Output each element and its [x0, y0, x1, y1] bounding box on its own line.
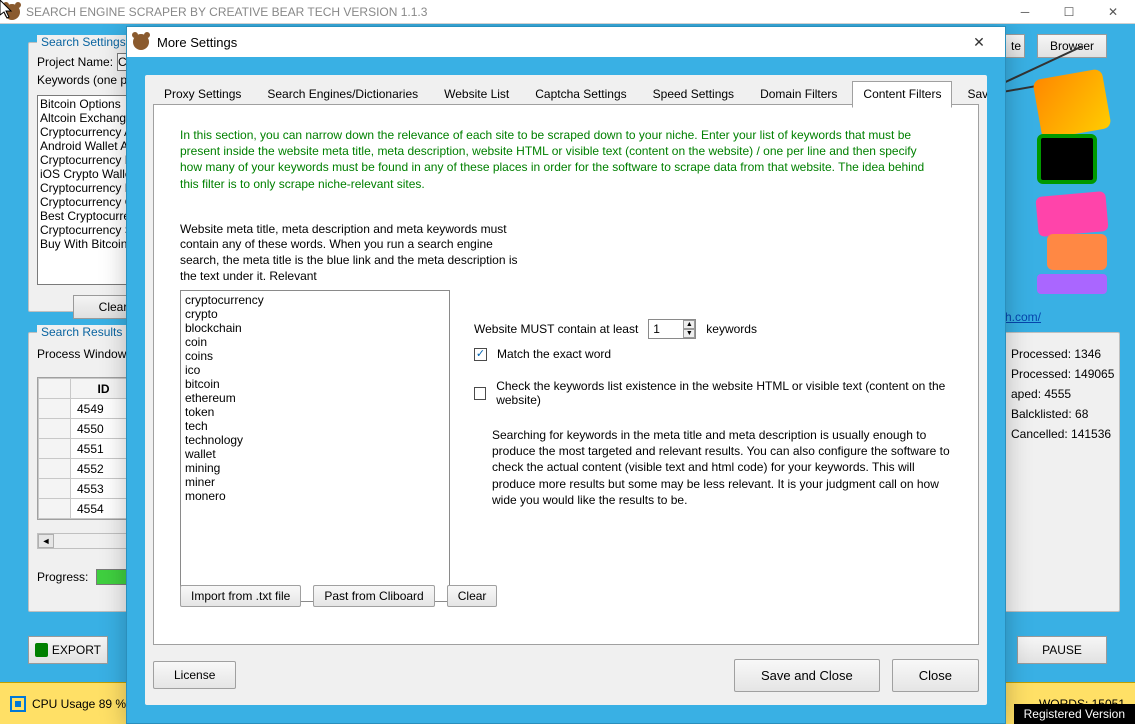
must-contain-label-pre: Website MUST contain at least	[474, 322, 638, 336]
tab-content-filters[interactable]: Content Filters	[852, 81, 952, 108]
table-row[interactable]: 4551	[39, 439, 137, 459]
dialog-close-confirm-button[interactable]: Close	[892, 659, 979, 692]
excel-icon	[35, 643, 48, 657]
save-and-close-button[interactable]: Save and Close	[734, 659, 880, 692]
project-name-label: Project Name:	[37, 55, 113, 69]
maximize-button[interactable]: ☐	[1047, 0, 1091, 24]
keywords-label: Keywords (one pe	[37, 73, 134, 87]
decor-art	[997, 74, 1107, 294]
more-settings-dialog: More Settings ✕ Proxy Settings Search En…	[126, 26, 1006, 724]
search-strategy-hint: Searching for keywords in the meta title…	[492, 427, 958, 508]
check-html-checkbox[interactable]	[474, 387, 486, 400]
stepper-down-icon[interactable]: ▼	[683, 329, 695, 338]
license-button[interactable]: License	[153, 661, 236, 689]
table-row[interactable]: 4549	[39, 399, 137, 419]
check-html-label: Check the keywords list existence in the…	[496, 379, 958, 407]
row-selector[interactable]	[39, 439, 71, 459]
bear-icon	[133, 34, 149, 50]
import-txt-button[interactable]: Import from .txt file	[180, 585, 301, 607]
export-button[interactable]: EXPORT	[28, 636, 108, 664]
row-selector[interactable]	[39, 419, 71, 439]
main-body: te Browser Search Settings Project Name:…	[0, 24, 1135, 724]
stats-group: Processed: 1346 Processed: 149065 aped: …	[1000, 332, 1120, 612]
match-exact-checkbox[interactable]	[474, 348, 487, 361]
table-row-selector-header	[39, 379, 71, 399]
row-selector[interactable]	[39, 479, 71, 499]
dialog-close-button[interactable]: ✕	[959, 34, 999, 51]
dialog-title: More Settings	[157, 35, 237, 50]
stat-processed-1: Processed: 1346	[1011, 347, 1109, 361]
cpu-usage-label: CPU Usage 89 %	[32, 697, 126, 711]
table-row[interactable]: 4552	[39, 459, 137, 479]
paste-clipboard-button[interactable]: Past from Cliboard	[313, 585, 434, 607]
browser-button[interactable]: Browser	[1037, 34, 1107, 58]
scroll-left-icon[interactable]: ◄	[38, 534, 54, 548]
bear-icon	[4, 4, 20, 20]
search-results-title: Search Results	[37, 325, 126, 339]
table-row[interactable]: 4554	[39, 499, 137, 519]
keywords-filter-textarea[interactable]	[180, 290, 450, 602]
stat-blacklisted: Balcklisted: 68	[1011, 407, 1109, 421]
content-filters-panel: In this section, you can narrow down the…	[153, 104, 979, 645]
must-contain-label-post: keywords	[706, 322, 757, 336]
main-window-title: SEARCH ENGINE SCRAPER BY CREATIVE BEAR T…	[26, 5, 427, 19]
meta-hint: Website meta title, meta description and…	[180, 222, 520, 284]
website-link-tail[interactable]: h.com/	[1005, 310, 1041, 324]
main-titlebar: SEARCH ENGINE SCRAPER BY CREATIVE BEAR T…	[0, 0, 1135, 24]
minimize-button[interactable]: ─	[1003, 0, 1047, 24]
section-description: In this section, you can narrow down the…	[180, 127, 940, 192]
pause-button[interactable]: PAUSE	[1017, 636, 1107, 664]
progress-label: Progress:	[37, 570, 88, 584]
partial-button[interactable]: te	[1005, 34, 1025, 58]
row-selector[interactable]	[39, 459, 71, 479]
stepper-up-icon[interactable]: ▲	[683, 320, 695, 329]
stat-scraped: aped: 4555	[1011, 387, 1109, 401]
table-row[interactable]: 4550	[39, 419, 137, 439]
stat-cancelled: Cancelled: 141536	[1011, 427, 1109, 441]
clear-filter-button[interactable]: Clear	[447, 585, 498, 607]
id-table[interactable]: ID 454945504551455245534554	[37, 377, 138, 520]
cpu-chip-icon	[10, 696, 26, 712]
match-exact-label: Match the exact word	[497, 347, 611, 361]
stat-processed-2: Processed: 149065	[1011, 367, 1109, 381]
dialog-titlebar[interactable]: More Settings ✕	[127, 27, 1005, 57]
search-settings-title: Search Settings	[37, 35, 130, 49]
row-selector[interactable]	[39, 399, 71, 419]
table-row[interactable]: 4553	[39, 479, 137, 499]
close-window-button[interactable]: ✕	[1091, 0, 1135, 24]
registered-version-badge: Registered Version	[1014, 704, 1135, 724]
row-selector[interactable]	[39, 499, 71, 519]
